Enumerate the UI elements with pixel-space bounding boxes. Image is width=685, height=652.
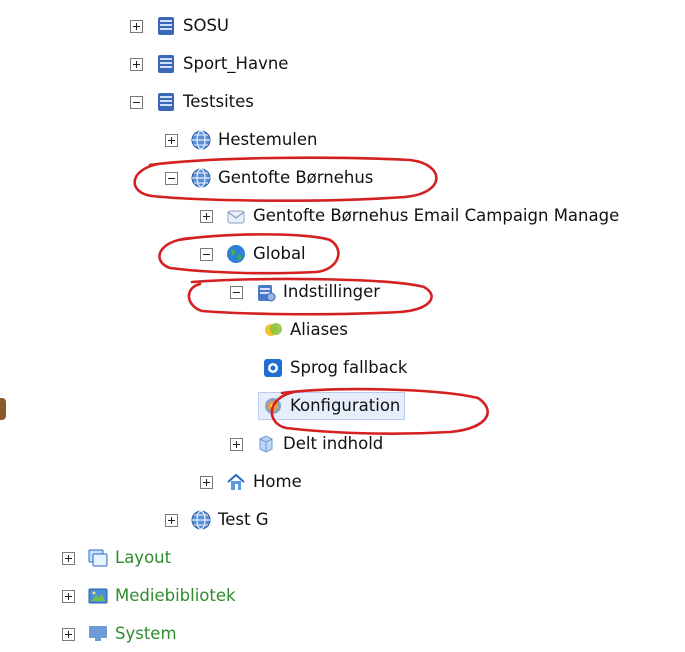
tree-node[interactable]: Test G (165, 502, 269, 538)
tree-node[interactable]: Aliases (262, 312, 348, 348)
expand-toggle-icon[interactable] (230, 437, 243, 451)
tree-node[interactable]: Sprog fallback (262, 350, 407, 386)
tree-node[interactable]: SOSU (130, 8, 229, 44)
tree-node-label[interactable]: Sport_Havne (183, 53, 288, 75)
tree-node-label[interactable]: Hestemulen (218, 129, 318, 151)
layout-icon (88, 549, 108, 567)
collapse-toggle-icon[interactable] (200, 247, 213, 261)
media-library-icon (88, 588, 108, 604)
tree-node[interactable]: Mediebibliotek (62, 578, 236, 614)
tree-node[interactable]: System (62, 616, 177, 652)
shared-content-icon (259, 435, 273, 453)
tree-node[interactable]: Konfiguration (258, 388, 406, 424)
globe-icon (191, 130, 211, 150)
tree-node-label[interactable]: SOSU (183, 15, 229, 37)
home-icon (227, 473, 245, 490)
tree-node[interactable]: Delt indhold (230, 426, 383, 462)
tree-node[interactable]: Testsites (130, 84, 254, 120)
earth-icon (227, 245, 245, 263)
tree-node-label[interactable]: Sprog fallback (290, 357, 407, 379)
language-icon (264, 359, 282, 377)
expand-toggle-icon[interactable] (130, 19, 143, 33)
expand-toggle-icon[interactable] (62, 627, 75, 641)
content-tree: SOSU Sport_Havne Testsites Hestemulen Gentof… (0, 0, 685, 643)
database-icon (158, 93, 174, 111)
email-campaign-icon (227, 210, 245, 224)
tree-node-label[interactable]: Gentofte Børnehus (218, 167, 373, 189)
selected-node-highlight[interactable]: Konfiguration (258, 392, 406, 420)
collapse-toggle-icon[interactable] (230, 285, 243, 299)
database-icon (158, 55, 174, 73)
gear-icon (265, 398, 281, 414)
collapse-toggle-icon[interactable] (130, 95, 143, 109)
panel-splitter-handle[interactable] (0, 398, 6, 420)
expand-toggle-icon[interactable] (200, 209, 213, 223)
globe-icon (191, 168, 211, 188)
tree-node[interactable]: Layout (62, 540, 171, 576)
tree-node-label[interactable]: System (115, 623, 177, 645)
expand-toggle-icon[interactable] (200, 475, 213, 489)
tree-node-label[interactable]: Testsites (183, 91, 254, 113)
globe-icon (191, 510, 211, 530)
expand-toggle-icon[interactable] (130, 57, 143, 71)
tree-node-label[interactable]: Mediebibliotek (115, 585, 236, 607)
tree-node[interactable]: Home (200, 464, 302, 500)
tree-node[interactable]: Gentofte Børnehus (165, 160, 373, 196)
tree-node[interactable]: Hestemulen (165, 122, 318, 158)
tree-node-label[interactable]: Global (253, 243, 306, 265)
database-icon (158, 17, 174, 35)
tree-node-label[interactable]: Konfiguration (290, 395, 400, 417)
tree-node-label[interactable]: Aliases (290, 319, 348, 341)
settings-folder-icon (258, 285, 276, 302)
expand-toggle-icon[interactable] (165, 513, 178, 527)
aliases-icon (265, 323, 282, 336)
tree-node-label[interactable]: Delt indhold (283, 433, 383, 455)
tree-node-label[interactable]: Layout (115, 547, 171, 569)
tree-node-label[interactable]: Gentofte Børnehus Email Campaign Manage (253, 205, 619, 227)
tree-node-label[interactable]: Home (253, 471, 302, 493)
tree-node[interactable]: Global (200, 236, 306, 272)
expand-toggle-icon[interactable] (62, 551, 75, 565)
tree-node[interactable]: Indstillinger (230, 274, 380, 310)
expand-toggle-icon[interactable] (165, 133, 178, 147)
tree-node[interactable]: Sport_Havne (130, 46, 288, 82)
tree-node[interactable]: Gentofte Børnehus Email Campaign Manage (200, 198, 619, 234)
collapse-toggle-icon[interactable] (165, 171, 178, 185)
system-icon (89, 626, 107, 641)
tree-node-label[interactable]: Indstillinger (283, 281, 380, 303)
tree-node-label[interactable]: Test G (218, 509, 269, 531)
expand-toggle-icon[interactable] (62, 589, 75, 603)
